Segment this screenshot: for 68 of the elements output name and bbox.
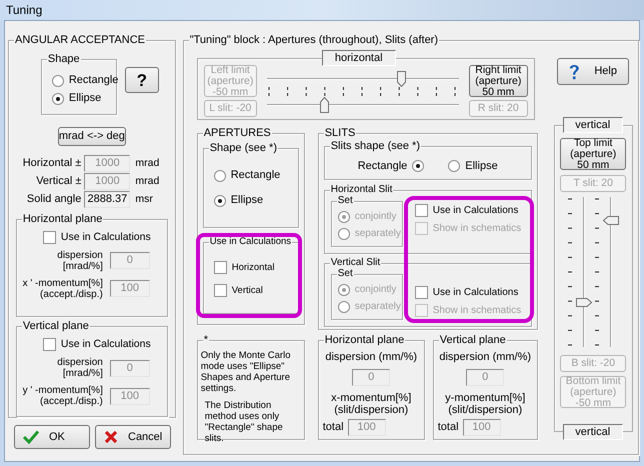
field-label: dispersion (mm/%): [439, 351, 532, 364]
group-title: ANGULAR ACCEPTANCE: [14, 34, 146, 46]
group-title: Horizontal plane: [324, 334, 406, 346]
text-field[interactable]: 2888.37: [84, 190, 130, 208]
slider-caption: vertical: [562, 424, 623, 440]
window-title: Tuning: [6, 4, 42, 16]
unit-label: msr: [135, 192, 154, 206]
slider-track[interactable]: [602, 197, 619, 347]
group-title: Vertical plane: [22, 320, 90, 332]
field-label: dispersion (mm/%): [325, 351, 418, 364]
limit-button[interactable]: Top limit (aperture) 50 mm: [560, 138, 626, 170]
group-title: Horizontal plane: [22, 212, 104, 225]
convert-button[interactable]: mrad <-> deg: [58, 127, 126, 146]
checkmark-icon: [23, 430, 39, 444]
help-button[interactable]: ?: [124, 67, 159, 93]
checkbox[interactable]: Use in Calculations: [414, 204, 518, 217]
field-label: total: [322, 421, 344, 434]
slider-caption: horizontal: [322, 50, 396, 66]
help-icon: [568, 62, 580, 80]
limit-button[interactable]: Right limit (aperture) 50 mm: [468, 65, 528, 97]
checkbox[interactable]: Use in Calculations: [414, 286, 518, 299]
slider-track[interactable]: [266, 97, 459, 113]
unit-label: mrad: [135, 156, 160, 170]
field-label: Horizontal ±: [22, 156, 82, 170]
field-label: x-momentum[%] (slit/dispersion): [331, 392, 412, 416]
slider-thumb[interactable]: [602, 216, 619, 224]
slider-caption: vertical: [562, 117, 623, 133]
group-title: Shape (see *): [208, 142, 278, 154]
radio-button[interactable]: Ellipse: [214, 194, 298, 207]
field-label: Vertical ±: [35, 174, 82, 188]
radio-button[interactable]: Rectangle: [214, 169, 298, 182]
text-field[interactable]: 100: [348, 419, 386, 436]
text-field[interactable]: 0: [352, 369, 390, 386]
slider-track[interactable]: [266, 71, 459, 87]
checkbox[interactable]: Use in Calculations: [42, 338, 151, 352]
text-field[interactable]: 100: [462, 419, 501, 436]
slider-thumb[interactable]: [576, 298, 592, 307]
field-label: y ' -momentum[%] (accept./disp.): [22, 385, 103, 408]
field-label: x ' -momentum[%] (accept./disp.): [22, 278, 103, 300]
help-button[interactable]: Help: [556, 58, 629, 85]
note-text: Only the Monte Carlo mode uses "Ellipse" Shapes and Aperture settings.: [200, 350, 292, 394]
text-field[interactable]: 0: [466, 369, 504, 386]
field-label: y-momentum[%] (slit/dispersion): [445, 392, 526, 416]
slider-track[interactable]: [576, 197, 592, 347]
field-label: total: [438, 421, 459, 434]
radio-button[interactable]: Ellipse: [52, 92, 116, 105]
close-icon: [104, 430, 118, 444]
radio-button[interactable]: Rectangle: [52, 74, 116, 87]
note-text: The Distribution method uses only "Rectangle" shape slits.: [204, 400, 284, 444]
field-label: dispersion [mrad/%]: [56, 357, 103, 380]
slider-thumb[interactable]: [320, 97, 330, 113]
group-title: Vertical plane: [438, 334, 507, 346]
checkbox[interactable]: Vertical: [214, 284, 263, 297]
group-title: APERTURES: [202, 127, 272, 139]
radio-button[interactable]: Ellipse: [448, 160, 498, 172]
checkbox[interactable]: Use in Calculations: [42, 230, 151, 244]
group-title: "Tuning" block : Apertures (throughout), Slits (after): [188, 34, 440, 46]
field-label: dispersion [mrad/%]: [56, 250, 103, 272]
unit-label: mrad: [135, 174, 160, 188]
ok-button[interactable]: OK: [14, 425, 90, 449]
radio-button[interactable]: Rectangle: [358, 160, 424, 172]
group-title: Shape: [46, 53, 81, 65]
group-title: SLITS: [324, 127, 356, 139]
field-label: Solid angle: [26, 192, 82, 206]
cancel-button[interactable]: Cancel: [95, 425, 171, 449]
checkbox[interactable]: Horizontal: [214, 261, 274, 274]
slider-thumb[interactable]: [397, 71, 406, 87]
group-title: Slits shape (see *): [330, 140, 421, 152]
